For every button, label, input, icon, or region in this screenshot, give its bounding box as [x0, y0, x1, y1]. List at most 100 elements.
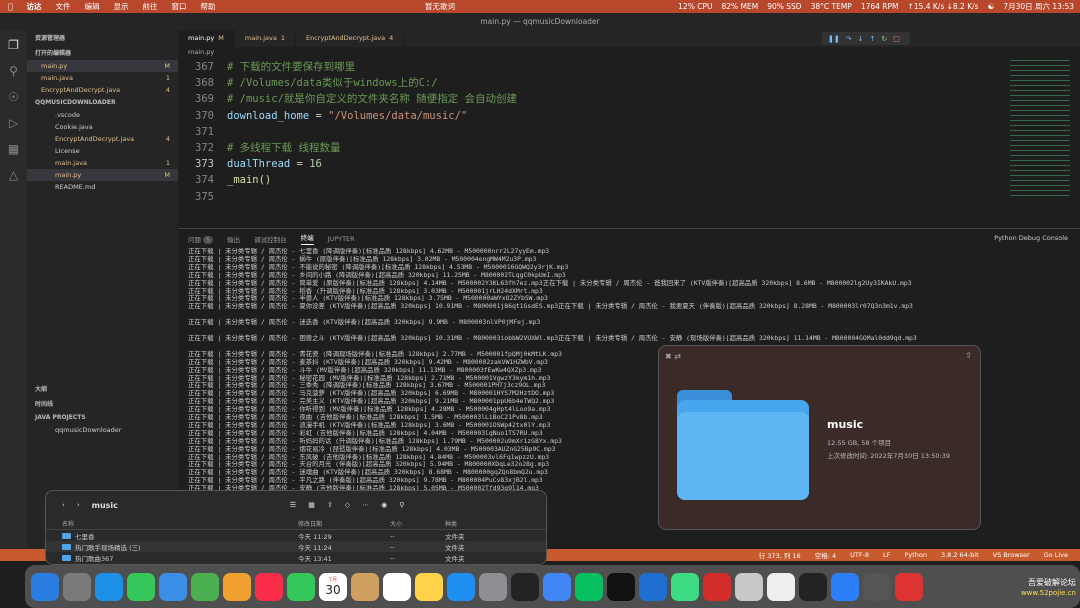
share-icon[interactable]: ⇧: [327, 501, 333, 509]
minimap[interactable]: [1010, 58, 1070, 198]
menu-help[interactable]: 帮助: [201, 1, 216, 12]
tree-item[interactable]: main.py M: [27, 169, 178, 181]
outline-header[interactable]: 大纲: [27, 381, 178, 396]
tab-main-py[interactable]: main.py M: [178, 30, 235, 47]
chrome-icon[interactable]: [543, 572, 571, 601]
rpm-stat[interactable]: 1764 RPM: [861, 2, 899, 11]
language-mode[interactable]: Python: [904, 551, 927, 559]
list-item[interactable]: 热门歌曲367 今天 13:41 -- 文件夹: [46, 552, 546, 563]
group-icon[interactable]: ▦: [308, 501, 315, 509]
facetime-icon[interactable]: [287, 572, 315, 601]
view-options-icon[interactable]: ☰: [290, 501, 296, 509]
qq-icon[interactable]: [607, 572, 635, 601]
cpu-stat[interactable]: 12% CPU: [678, 2, 712, 11]
safari-icon[interactable]: [95, 572, 123, 601]
encoding[interactable]: UTF-8: [850, 551, 869, 559]
terminal-selector[interactable]: Python Debug Console: [994, 234, 1068, 242]
tree-item[interactable]: .vscode: [27, 109, 178, 121]
step-into-icon[interactable]: ↓: [858, 35, 864, 43]
launchpad-icon[interactable]: [63, 572, 91, 601]
tab-main-java[interactable]: main.java 1: [235, 30, 296, 47]
code-editor[interactable]: 367 # 下载的文件要保存到哪里 368 # /Volumes/data类似于win…: [178, 58, 1080, 205]
tab-output[interactable]: 输出: [227, 234, 240, 244]
apple-icon[interactable]: : [8, 2, 13, 11]
explorer-icon[interactable]: ❐: [8, 38, 19, 52]
menu-view[interactable]: 显示: [114, 1, 129, 12]
tab-encrypt-java[interactable]: EncryptAndDecrypt.java 4: [296, 30, 405, 47]
teaapp-icon[interactable]: [735, 572, 763, 601]
java-icon[interactable]: [767, 572, 795, 601]
search-icon[interactable]: ⚲: [399, 501, 404, 509]
code-line[interactable]: 370 download_home = "/Volumes/data/music/…: [178, 108, 1080, 124]
testing-icon[interactable]: △: [9, 168, 18, 182]
code-line[interactable]: 369 # /music/就是你自定义的文件夹名称 随便指定 会自动创建: [178, 91, 1080, 107]
menu-window[interactable]: 窗口: [172, 1, 187, 12]
tree-item[interactable]: LIcense: [27, 145, 178, 157]
forward-icon[interactable]: ›: [77, 501, 80, 509]
tab-problems[interactable]: 问题 5: [188, 234, 214, 244]
java-projects-header[interactable]: JAVA PROJECTS: [27, 411, 178, 424]
vscode-icon[interactable]: [639, 572, 667, 601]
restart-icon[interactable]: ↻: [881, 35, 887, 43]
messages-icon[interactable]: [127, 572, 155, 601]
col-date[interactable]: 修改日期: [298, 519, 390, 529]
cursor-position[interactable]: 行 373, 列 16: [759, 550, 801, 560]
calendar-icon[interactable]: 7月 30: [319, 572, 347, 601]
tag-icon[interactable]: ◇: [345, 501, 350, 509]
indentation[interactable]: 空格: 4: [815, 550, 836, 560]
open-editors-header[interactable]: 打开的编辑器: [27, 45, 178, 60]
eye-icon[interactable]: ◉: [381, 501, 387, 509]
open-editor-item[interactable]: EncryptAndDecrypt.java 4: [27, 84, 178, 96]
open-editor-item[interactable]: main.py M: [27, 60, 178, 72]
date-time[interactable]: 7月30日 周六 13:53: [1003, 1, 1074, 12]
step-over-icon[interactable]: ↷: [846, 35, 852, 43]
tree-item[interactable]: Cookie.java: [27, 121, 178, 133]
step-out-icon[interactable]: ↑: [869, 35, 875, 43]
python-version[interactable]: 3.8.2 64-bit: [941, 551, 979, 559]
lyrics-status[interactable]: 暂无歌词: [380, 1, 500, 12]
tab-jupyter[interactable]: JUPYTER: [328, 235, 355, 243]
network-stat[interactable]: ↑15.4 K/s ↓8.2 K/s: [908, 2, 979, 11]
terminal2-icon[interactable]: [799, 572, 827, 601]
tab-terminal[interactable]: 终端: [300, 232, 314, 245]
more-icon[interactable]: ⋯: [362, 501, 369, 509]
terminal-icon[interactable]: [511, 572, 539, 601]
tab-debug-console[interactable]: 调试控制台: [254, 234, 287, 244]
settings-icon[interactable]: [479, 572, 507, 601]
lark-icon[interactable]: [831, 572, 859, 601]
code-line[interactable]: 367 # 下载的文件要保存到哪里: [178, 59, 1080, 75]
android-icon[interactable]: [671, 572, 699, 601]
list-item[interactable]: 热门歌手现场精选 (三) 今天 11:24 -- 文件夹: [46, 541, 546, 552]
photos-icon[interactable]: [223, 572, 251, 601]
temp-stat[interactable]: 38°C TEMP: [811, 2, 852, 11]
finder2-icon[interactable]: [351, 572, 379, 601]
netease-icon[interactable]: [895, 572, 923, 601]
wifi-icon[interactable]: ☯: [988, 2, 995, 11]
code-line[interactable]: 371: [178, 124, 1080, 140]
menu-edit[interactable]: 编辑: [85, 1, 100, 12]
line-ending[interactable]: LF: [883, 551, 890, 559]
wechat-icon[interactable]: [575, 572, 603, 601]
tree-item[interactable]: main.java 1: [27, 157, 178, 169]
list-item[interactable]: 七里香 今天 11:29 -- 文件夹: [46, 530, 546, 541]
notes-icon[interactable]: [415, 572, 443, 601]
music-icon[interactable]: [255, 572, 283, 601]
timeline-header[interactable]: 时间线: [27, 396, 178, 411]
source-control-icon[interactable]: ☉: [8, 90, 19, 104]
code-line[interactable]: 373 dualThread = 16: [178, 156, 1080, 172]
code-line[interactable]: 372 # 多线程下载 线程数量: [178, 140, 1080, 156]
mail-icon[interactable]: [159, 572, 187, 601]
share-icon[interactable]: ⇧: [965, 351, 972, 360]
menu-go[interactable]: 前往: [143, 1, 158, 12]
wps-icon[interactable]: [703, 572, 731, 601]
code-line[interactable]: 375: [178, 189, 1080, 205]
project-header[interactable]: QQMUSICDOWNLOADER: [27, 96, 178, 109]
appstore-icon[interactable]: [447, 572, 475, 601]
reminders-icon[interactable]: [383, 572, 411, 601]
pause-icon[interactable]: ❚❚: [828, 35, 840, 43]
col-name[interactable]: 名称: [46, 519, 298, 529]
mem-stat[interactable]: 82% MEM: [721, 2, 758, 11]
col-size[interactable]: 大小: [390, 519, 445, 529]
close-icon[interactable]: ✖ ⇄: [665, 352, 681, 361]
stop-icon[interactable]: □: [893, 35, 900, 43]
